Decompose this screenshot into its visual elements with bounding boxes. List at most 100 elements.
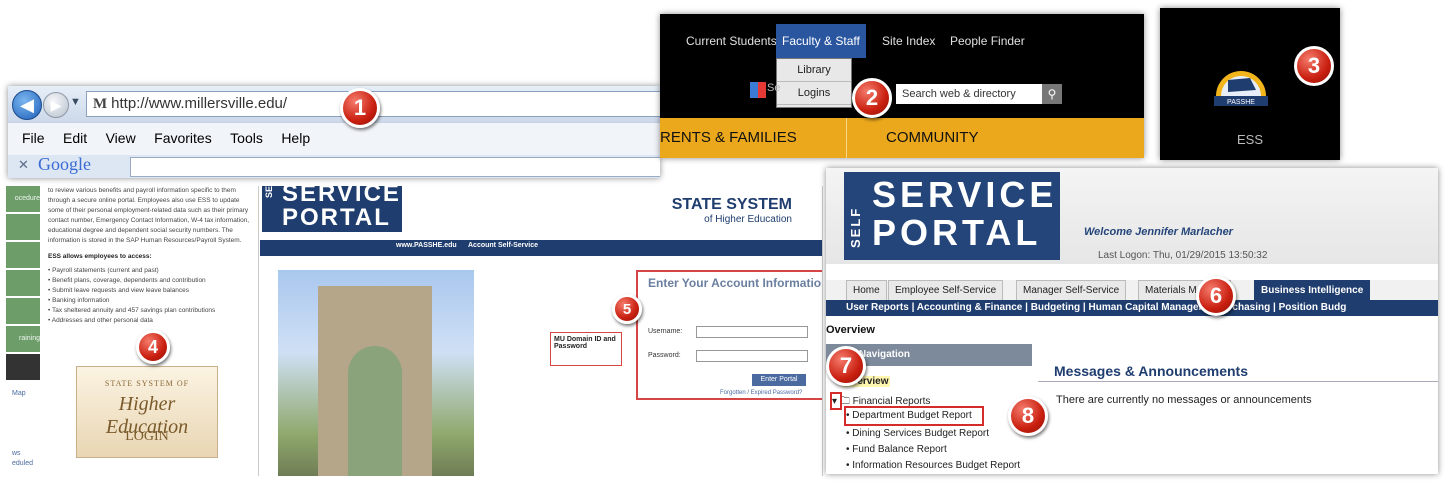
tab-business-intelligence[interactable]: Business Intelligence [1254, 280, 1371, 300]
sidebar-item[interactable] [6, 214, 40, 240]
messages-title: Messages & Announcements [1038, 360, 1438, 382]
step-badge-6: 6 [1196, 276, 1236, 316]
step-badge-4: 4 [136, 330, 170, 364]
portal-header: SELF SERVICE PORTAL Welcome Jennifer Mar… [826, 168, 1438, 264]
dropdown-item-logins[interactable]: Logins [777, 82, 851, 105]
site-header: Current Students Faculty & Staff Site In… [660, 14, 1144, 158]
forward-button[interactable]: ▶ [43, 92, 69, 118]
list-item: • Submit leave requests and view leave b… [48, 287, 190, 294]
step-badge-7: 7 [826, 346, 866, 386]
enter-portal-button[interactable]: Enter Portal [752, 374, 806, 386]
tree-item-label: Dining Services Budget Report [852, 428, 990, 439]
forgot-password-link[interactable]: Forgotten / Expired Password? [720, 390, 802, 396]
tree-item-dining-services[interactable]: • Dining Services Budget Report [846, 428, 989, 439]
band-divider [846, 118, 847, 158]
browser-window: ◀ ▶ ▼ Mhttp://www.millersville.edu/ File… [8, 86, 660, 178]
menu-tools[interactable]: Tools [230, 130, 263, 146]
list-item: • Benefit plans, coverage, dependents an… [48, 277, 206, 284]
list-item: • Payroll statements (current and past) [48, 267, 159, 274]
sidebar-item[interactable] [6, 242, 40, 268]
search-icon[interactable]: ⚲ [1042, 84, 1062, 104]
highlight-department-budget [844, 406, 984, 426]
close-icon[interactable]: ✕ [18, 157, 29, 173]
sidebar-item[interactable]: raining [6, 326, 40, 352]
portal-login-page: SELF SERVICE PORTAL STATE SYSTEM of High… [260, 186, 823, 476]
tab-employee-self-service[interactable]: Employee Self-Service [888, 280, 1004, 300]
username-input[interactable] [696, 326, 808, 338]
tab-home[interactable]: Home [846, 280, 887, 300]
menu-help[interactable]: Help [281, 130, 310, 146]
sidebar-item[interactable] [6, 298, 40, 324]
band-community[interactable]: COMMUNITY [886, 129, 979, 146]
history-dropdown-icon[interactable]: ▼ [70, 96, 81, 108]
self-service-portal-logo: SELF SERVICE PORTAL [262, 186, 402, 232]
ess-list: • Payroll statements (current and past) … [48, 266, 254, 326]
subnav[interactable]: User Reports | Accounting & Finance | Bu… [826, 300, 1438, 316]
tree-item-label: Fund Balance Report [852, 444, 947, 455]
logo-portal-text: PORTAL [872, 212, 1042, 253]
passhe-logo-text: PASSHE [1227, 99, 1255, 106]
sidebar-link-map[interactable]: Map [12, 390, 26, 397]
arch-opening [348, 346, 402, 476]
tab-people-finder[interactable]: People Finder [950, 24, 1025, 58]
menu-favorites[interactable]: Favorites [154, 130, 212, 146]
directory-search-input[interactable]: Search web & directory [896, 84, 1042, 104]
ess-label: ESS [1236, 132, 1263, 147]
menu-edit[interactable]: Edit [63, 130, 87, 146]
tab-site-index[interactable]: Site Index [882, 24, 935, 58]
step-badge-2: 2 [852, 78, 892, 118]
sidebar-link[interactable]: eduled [12, 460, 33, 467]
browser-menubar: File Edit View Favorites Tools Help [8, 122, 660, 156]
form-title: Enter Your Account Information [648, 276, 823, 290]
login-form-box: Enter Your Account Information Username:… [636, 270, 823, 400]
credentials-callout: MU Domain ID and Password [550, 332, 622, 366]
sidebar-item[interactable] [6, 270, 40, 296]
ess-description: to review various benefits and payroll i… [48, 186, 254, 326]
tab-manager-self-service[interactable]: Manager Self-Service [1016, 280, 1127, 300]
portal-tabs: Home Employee Self-Service Manager Self-… [826, 280, 1438, 300]
site-favicon-icon: M [93, 96, 108, 112]
step-badge-3: 3 [1294, 46, 1334, 86]
password-input[interactable] [696, 350, 808, 362]
menu-file[interactable]: File [22, 130, 45, 146]
login-line-1: STATE SYSTEM OF [104, 379, 190, 388]
subnav-items[interactable]: User Reports | Accounting & Finance | Bu… [826, 302, 1346, 313]
url-text: http://www.millersville.edu/ [111, 95, 288, 112]
google-icon [750, 82, 766, 98]
portal-logo: SELF SERVICE PORTAL [844, 172, 1060, 260]
menu-view[interactable]: View [106, 130, 136, 146]
nav-passhe-link[interactable]: www.PASSHE.edu [396, 242, 457, 249]
search-prefix-label: Se [767, 82, 781, 94]
nav-account-self-service[interactable]: Account Self-Service [468, 242, 538, 249]
left-sidebar: ocedure raining Map ws eduled [6, 186, 40, 476]
google-search-input[interactable] [130, 157, 660, 177]
sidebar-item[interactable]: ocedure [6, 186, 40, 212]
dropdown-item-library[interactable]: Library [777, 59, 851, 82]
ess-info-page: ocedure raining Map ws eduled to review … [6, 186, 259, 476]
tab-current-students[interactable]: Current Students [686, 24, 777, 58]
tree-item-fund-balance[interactable]: • Fund Balance Report [846, 444, 947, 455]
tab-faculty-staff[interactable]: Faculty & Staff [776, 24, 866, 58]
welcome-text: Welcome Jennifer Marlacher [1084, 226, 1233, 238]
highlight-expand-toggle [830, 392, 842, 410]
login-line-3: LOGIN [125, 429, 169, 444]
brand-title: STATE SYSTEM [671, 196, 792, 213]
step-badge-1: 1 [340, 88, 380, 128]
tree-item-information-resources[interactable]: • Information Resources Budget Report [846, 460, 1020, 471]
ess-intro: to review various benefits and payroll i… [48, 187, 250, 244]
list-item: • Addresses and other personal data [48, 317, 153, 324]
list-item: • Tax sheltered annuity and 457 savings … [48, 307, 216, 314]
band-parents-families[interactable]: RENTS & FAMILIES [660, 129, 797, 146]
back-button[interactable]: ◀ [12, 90, 42, 120]
brand-subtitle: of Higher Education [704, 214, 792, 225]
logo-service-text: SERVICE [872, 174, 1058, 215]
tree-item-label: Information Resources Budget Report [852, 460, 1021, 471]
audience-band: RENTS & FAMILIES COMMUNITY [660, 118, 1144, 158]
higher-ed-login-button[interactable]: STATE SYSTEM OF Higher Education LOGIN [76, 366, 218, 458]
step-badge-8: 8 [1008, 396, 1048, 436]
self-service-portal: SELF SERVICE PORTAL Welcome Jennifer Mar… [826, 168, 1438, 474]
sidebar-link[interactable]: ws [12, 450, 21, 457]
sidebar-item[interactable] [6, 354, 40, 380]
last-logon-text: Last Logon: Thu, 01/29/2015 13:50:32 [1098, 250, 1268, 261]
messages-text: There are currently no messages or annou… [1056, 394, 1312, 406]
